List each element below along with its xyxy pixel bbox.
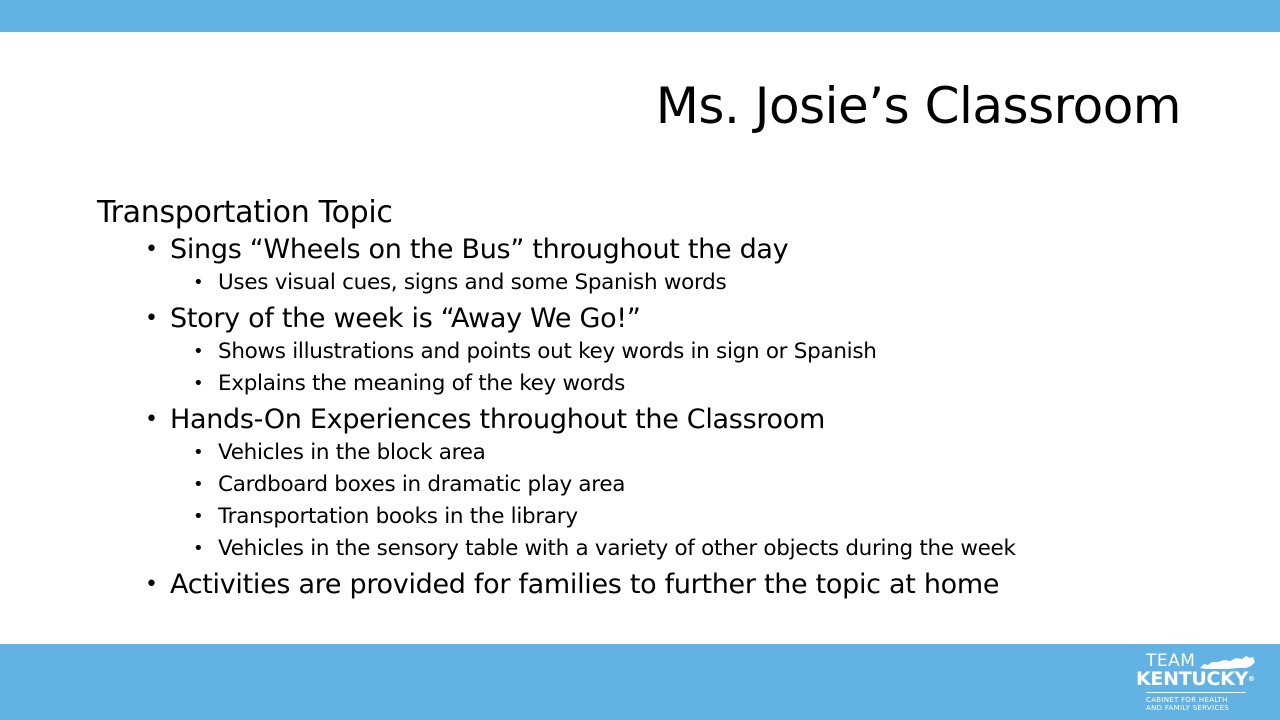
sub-bullet-item: • Explains the meaning of the key words [97,368,1197,400]
sub-bullet-text: Uses visual cues, signs and some Spanish… [218,270,727,295]
logo-cabinet-line1: CABINET FOR HEALTH [1146,696,1228,704]
logo-kentucky-text: KENTUCKY® [1136,668,1255,690]
sub-bullet-icon: • [193,506,204,527]
sub-bullet-icon: • [193,272,204,293]
sub-bullet-text: Shows illustrations and points out key w… [218,339,877,364]
sub-bullet-text: Vehicles in the sensory table with a var… [218,536,1016,561]
bullet-text: Hands-On Experiences throughout the Clas… [170,404,825,435]
bullet-item: • Story of the week is “Away We Go!” [97,302,1197,336]
sub-bullet-item: • Vehicles in the block area [97,437,1197,469]
team-kentucky-logo: TEAM KENTUCKY® CABINET FOR HEALTH AND FA… [1136,652,1260,716]
bullet-text: Story of the week is “Away We Go!” [170,303,641,334]
sub-bullet-item: • Vehicles in the sensory table with a v… [97,533,1197,565]
bullet-icon: • [145,306,158,331]
bullet-item: • Activities are provided for families t… [97,568,1197,602]
bullet-text: Sings “Wheels on the Bus” throughout the… [170,234,789,265]
bottom-accent-bar [0,644,1280,720]
sub-bullet-item: • Shows illustrations and points out key… [97,336,1197,368]
slide: Ms. Josie’s Classroom Transportation Top… [0,0,1280,720]
sub-bullet-text: Explains the meaning of the key words [218,371,626,396]
bullet-item: • Hands-On Experiences throughout the Cl… [97,403,1197,437]
logo-divider [1146,692,1246,693]
sub-bullet-text: Cardboard boxes in dramatic play area [218,472,626,497]
bullet-icon: • [145,237,158,262]
sub-bullet-item: • Transportation books in the library [97,501,1197,533]
sub-bullet-icon: • [193,538,204,559]
bullet-text: Activities are provided for families to … [170,569,1000,600]
sub-bullet-icon: • [193,474,204,495]
topic-heading: Transportation Topic [97,195,393,230]
bullet-item: • Sings “Wheels on the Bus” throughout t… [97,233,1197,267]
sub-bullet-text: Vehicles in the block area [218,440,486,465]
sub-bullet-icon: • [193,373,204,394]
top-accent-bar [0,0,1280,32]
sub-bullet-item: • Cardboard boxes in dramatic play area [97,469,1197,501]
bullet-icon: • [145,572,158,597]
bullet-icon: • [145,407,158,432]
sub-bullet-icon: • [193,341,204,362]
slide-body: Transportation Topic • Sings “Wheels on … [97,193,1197,602]
sub-bullet-text: Transportation books in the library [218,504,578,529]
logo-cabinet-line2: AND FAMILY SERVICES [1146,704,1230,712]
sub-bullet-item: • Uses visual cues, signs and some Spani… [97,267,1197,299]
sub-bullet-icon: • [193,442,204,463]
slide-title: Ms. Josie’s Classroom [655,77,1182,135]
